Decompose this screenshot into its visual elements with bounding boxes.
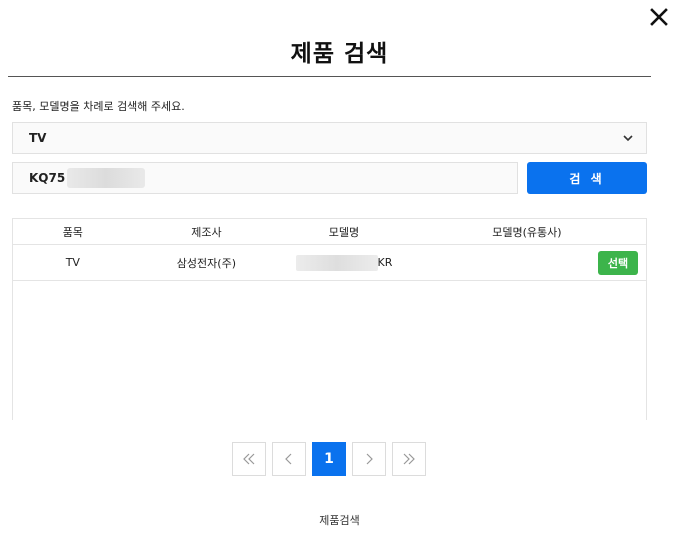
title-divider [8, 76, 651, 77]
cell-item: TV [65, 256, 80, 269]
redacted-text [295, 254, 378, 271]
close-icon [650, 8, 668, 26]
pagination: 1 [232, 442, 426, 476]
model-search-value: KQ75 [29, 171, 66, 185]
cell-model-suffix: KR [377, 256, 393, 269]
search-button[interactable]: 검 색 [527, 162, 647, 194]
double-chevron-left-icon [243, 453, 255, 465]
chevron-left-icon [285, 453, 292, 465]
redacted-text [67, 168, 146, 188]
cell-model: KR [280, 254, 408, 271]
model-search-input[interactable]: KQ75 [12, 162, 518, 194]
category-select[interactable]: TV [12, 122, 647, 154]
close-button[interactable] [648, 6, 670, 28]
instruction-text: 품목, 모델명을 차례로 검색해 주세요. [12, 100, 185, 113]
last-page-button[interactable] [392, 442, 426, 476]
table-header: 품목 제조사 모델명 모델명(유통사) [13, 219, 646, 245]
next-page-button[interactable] [352, 442, 386, 476]
chevron-right-icon [366, 453, 373, 465]
first-page-button[interactable] [232, 442, 266, 476]
double-chevron-right-icon [403, 453, 415, 465]
column-header-maker: 제조사 [191, 225, 222, 239]
category-select-value: TV [29, 131, 47, 145]
table-row: TV 삼성전자(주) KR 선택 [13, 245, 646, 281]
page-button-current[interactable]: 1 [312, 442, 346, 476]
dialog-title: 제품 검색 [290, 41, 389, 67]
select-button[interactable]: 선택 [598, 251, 638, 275]
results-table: 품목 제조사 모델명 모델명(유통사) TV 삼성전자(주) KR 선택 [12, 218, 647, 420]
footer-label: 제품검색 [319, 514, 360, 527]
cell-maker: 삼성전자(주) [176, 256, 236, 270]
column-header-distributor-model: 모델명(유통사) [492, 225, 562, 239]
chevron-down-icon [623, 135, 633, 142]
cell-distributor-model: 선택 [408, 245, 646, 280]
column-header-item: 품목 [62, 225, 83, 239]
column-header-model: 모델명 [328, 225, 360, 239]
prev-page-button[interactable] [272, 442, 306, 476]
